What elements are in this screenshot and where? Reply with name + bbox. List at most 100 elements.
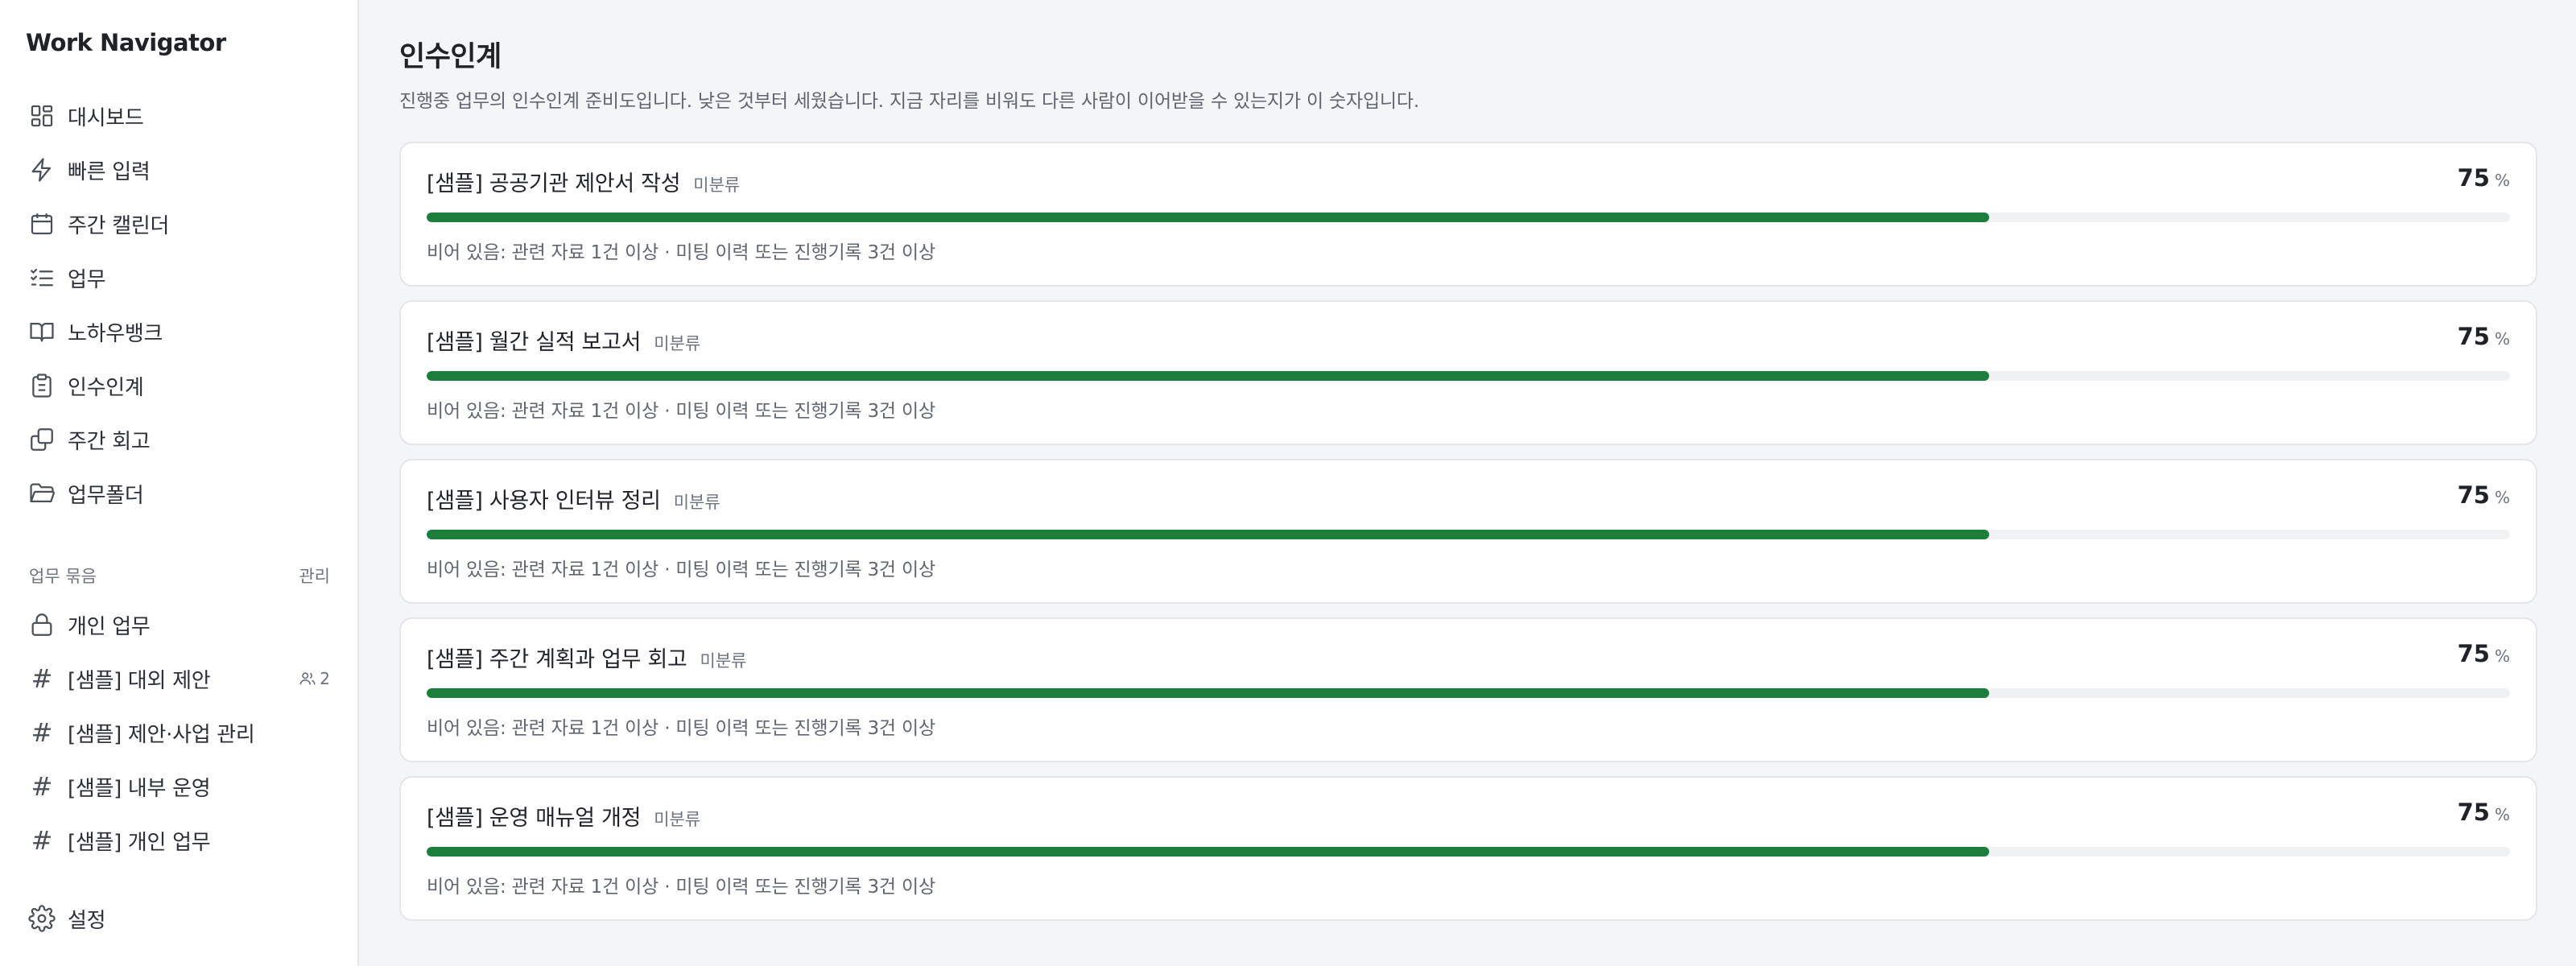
hash-icon: # xyxy=(31,771,53,802)
handover-card[interactable]: [샘플] 사용자 인터뷰 정리 미분류 75 % 비어 있음: 관련 자료 1건… xyxy=(399,459,2537,604)
page-description: 진행중 업무의 인수인계 준비도입니다. 낮은 것부터 세웠습니다. 지금 자리… xyxy=(399,91,1419,112)
sidebar-item-label: 대시보드 xyxy=(68,105,144,130)
sidebar-item-weekly-calendar[interactable]: 주간 캘린더 xyxy=(16,201,345,246)
task-title: [샘플] 공공기관 제안서 작성 xyxy=(427,171,681,196)
task-category: 미분류 xyxy=(693,175,741,195)
sidebar-item-label: 업무폴더 xyxy=(68,483,144,508)
percent-value: 75 xyxy=(2457,481,2490,509)
copy-icon xyxy=(16,417,68,462)
sidebar-item-label: 업무 xyxy=(68,267,106,292)
progress-fill xyxy=(427,371,1989,381)
manage-groups-link[interactable]: 관리 xyxy=(299,564,330,588)
lock-icon xyxy=(16,602,68,647)
percent-unit: % xyxy=(2494,646,2510,666)
percent-value: 75 xyxy=(2457,640,2490,667)
sidebar-item-label: [샘플] 대외 제안 xyxy=(68,668,211,693)
handover-card[interactable]: [샘플] 운영 매뉴얼 개정 미분류 75 % 비어 있음: 관련 자료 1건 … xyxy=(399,776,2537,921)
sidebar-item-label: 개인 업무 xyxy=(68,614,151,639)
calendar-icon xyxy=(16,201,68,246)
dashboard-icon xyxy=(16,93,68,138)
card-title-row: [샘플] 공공기관 제안서 작성 미분류 xyxy=(427,166,740,197)
hash-icon: # xyxy=(31,663,53,694)
folder-icon xyxy=(16,471,68,516)
book-icon xyxy=(16,309,68,354)
sidebar-group-internal-ops[interactable]: # [샘플] 내부 운영 xyxy=(16,764,345,809)
readiness-percent: 75 % xyxy=(2458,164,2510,192)
percent-unit: % xyxy=(2494,805,2510,824)
member-count: 2 xyxy=(299,669,330,688)
sidebar-item-label: 빠른 입력 xyxy=(68,159,151,184)
sidebar-item-label: [샘플] 제안·사업 관리 xyxy=(68,722,255,747)
readiness-percent: 75 % xyxy=(2458,640,2510,667)
progress-fill xyxy=(427,530,1989,539)
handover-card[interactable]: [샘플] 공공기관 제안서 작성 미분류 75 % 비어 있음: 관련 자료 1… xyxy=(399,142,2537,287)
task-category: 미분류 xyxy=(673,493,720,512)
progress-fill xyxy=(427,847,1989,857)
task-category: 미분류 xyxy=(654,810,701,829)
readiness-percent: 75 % xyxy=(2458,481,2510,509)
progress-fill xyxy=(427,688,1989,698)
checklist-icon xyxy=(16,255,68,300)
progress-bar xyxy=(427,847,2510,857)
readiness-percent: 75 % xyxy=(2458,323,2510,350)
gear-icon xyxy=(16,896,68,941)
sidebar: Work Navigator 대시보드 빠른 입력 주간 캘린더 업무 노하우뱅… xyxy=(0,0,359,966)
sidebar-group-personal[interactable]: 개인 업무 xyxy=(16,602,345,647)
hash-icon: # xyxy=(31,717,53,748)
users-icon xyxy=(299,672,316,685)
task-title: [샘플] 주간 계획과 업무 회고 xyxy=(427,647,687,672)
progress-bar xyxy=(427,213,2510,222)
progress-bar xyxy=(427,371,2510,381)
progress-bar xyxy=(427,530,2510,539)
progress-bar xyxy=(427,688,2510,698)
percent-unit: % xyxy=(2494,329,2510,349)
sidebar-item-label: [샘플] 내부 운영 xyxy=(68,776,211,801)
sidebar-item-label: 노하우뱅크 xyxy=(68,321,163,346)
sidebar-item-label: 인수인계 xyxy=(68,375,144,400)
sidebar-group-external-proposal[interactable]: # [샘플] 대외 제안 2 xyxy=(16,656,345,701)
sidebar-item-quick-input[interactable]: 빠른 입력 xyxy=(16,147,345,192)
handover-card[interactable]: [샘플] 주간 계획과 업무 회고 미분류 75 % 비어 있음: 관련 자료 … xyxy=(399,617,2537,762)
lightning-icon xyxy=(16,147,68,192)
sidebar-item-label: 주간 회고 xyxy=(68,429,151,454)
task-title: [샘플] 운영 매뉴얼 개정 xyxy=(427,806,642,831)
missing-requirements: 비어 있음: 관련 자료 1건 이상 · 미팅 이력 또는 진행기록 3건 이상 xyxy=(427,242,935,263)
missing-requirements: 비어 있음: 관련 자료 1건 이상 · 미팅 이력 또는 진행기록 3건 이상 xyxy=(427,877,935,898)
task-category: 미분류 xyxy=(654,334,701,353)
sidebar-item-dashboard[interactable]: 대시보드 xyxy=(16,93,345,138)
section-title: 업무 묶음 xyxy=(29,567,97,586)
sidebar-item-handover[interactable]: 인수인계 xyxy=(16,363,345,408)
sidebar-item-work-folder[interactable]: 업무폴더 xyxy=(16,471,345,516)
sidebar-group-proposal-business[interactable]: # [샘플] 제안·사업 관리 xyxy=(16,710,345,755)
card-title-row: [샘플] 주간 계획과 업무 회고 미분류 xyxy=(427,642,747,673)
sidebar-item-weekly-retro[interactable]: 주간 회고 xyxy=(16,417,345,462)
work-groups-section-header: 업무 묶음 관리 xyxy=(29,564,330,588)
readiness-percent: 75 % xyxy=(2458,799,2510,826)
sidebar-item-label: 설정 xyxy=(68,908,106,933)
hash-icon: # xyxy=(31,825,53,856)
missing-requirements: 비어 있음: 관련 자료 1건 이상 · 미팅 이력 또는 진행기록 3건 이상 xyxy=(427,559,935,580)
sidebar-item-knowhow-bank[interactable]: 노하우뱅크 xyxy=(16,309,345,354)
percent-unit: % xyxy=(2494,171,2510,190)
missing-requirements: 비어 있음: 관련 자료 1건 이상 · 미팅 이력 또는 진행기록 3건 이상 xyxy=(427,718,935,739)
task-title: [샘플] 월간 실적 보고서 xyxy=(427,330,642,355)
handover-card[interactable]: [샘플] 월간 실적 보고서 미분류 75 % 비어 있음: 관련 자료 1건 … xyxy=(399,300,2537,445)
percent-value: 75 xyxy=(2457,164,2490,192)
app-title: Work Navigator xyxy=(26,29,226,56)
member-count-value: 2 xyxy=(320,669,330,688)
task-category: 미분류 xyxy=(700,651,747,671)
card-title-row: [샘플] 월간 실적 보고서 미분류 xyxy=(427,324,700,356)
percent-value: 75 xyxy=(2457,323,2490,350)
task-title: [샘플] 사용자 인터뷰 정리 xyxy=(427,489,661,514)
page-title: 인수인계 xyxy=(399,41,502,73)
percent-value: 75 xyxy=(2457,799,2490,826)
clipboard-icon xyxy=(16,363,68,408)
card-title-row: [샘플] 운영 매뉴얼 개정 미분류 xyxy=(427,800,700,832)
sidebar-group-sample-personal[interactable]: # [샘플] 개인 업무 xyxy=(16,818,345,863)
sidebar-item-tasks[interactable]: 업무 xyxy=(16,255,345,300)
percent-unit: % xyxy=(2494,488,2510,507)
sidebar-item-settings[interactable]: 설정 xyxy=(16,896,345,941)
progress-fill xyxy=(427,213,1989,222)
missing-requirements: 비어 있음: 관련 자료 1건 이상 · 미팅 이력 또는 진행기록 3건 이상 xyxy=(427,401,935,422)
card-title-row: [샘플] 사용자 인터뷰 정리 미분류 xyxy=(427,483,720,514)
